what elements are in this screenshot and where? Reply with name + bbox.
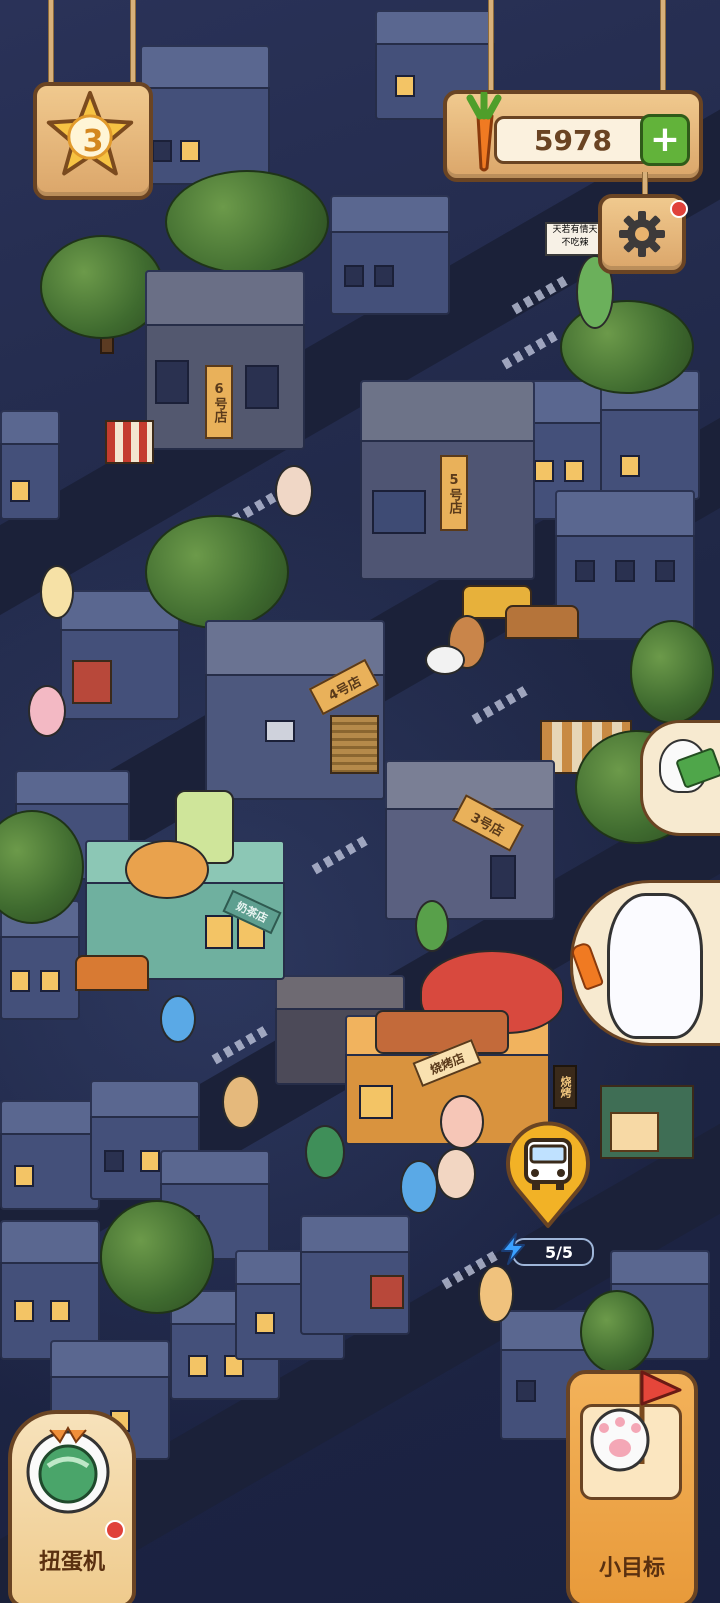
bbq-side-sign: 烧烤: [553, 1065, 577, 1109]
store-5-sign: 5号店: [440, 455, 468, 531]
umbrella-stall: [75, 955, 149, 991]
goal-label: 小目标: [598, 1556, 665, 1581]
notification-dot: [670, 200, 688, 218]
umbrella-stall: [505, 605, 579, 639]
tree: [100, 1200, 214, 1314]
bus-icon: [506, 1121, 590, 1228]
gacha-label: 扭蛋机: [38, 1550, 105, 1575]
building: [330, 195, 450, 315]
customer-character[interactable]: [436, 1148, 476, 1200]
building: [300, 1215, 410, 1335]
customer-character[interactable]: [440, 1095, 484, 1149]
hud-rope: [48, 0, 54, 92]
energy-value: 5/5: [544, 1242, 574, 1262]
building: [0, 1220, 100, 1360]
city-map[interactable]: 6号店 5号店 4号店 3号店 奶茶店 烧烤店 烧烤 天若有情天 不吃辣 3 5…: [0, 0, 720, 1603]
building: [140, 45, 270, 185]
tree: [145, 515, 289, 629]
store-6-sign: 6号店: [205, 365, 233, 439]
pedestrian-character[interactable]: [305, 1125, 345, 1179]
flag-paw-icon: [590, 1370, 682, 1472]
pedestrian-character[interactable]: [40, 565, 74, 619]
pedestrian-character[interactable]: [160, 995, 196, 1043]
tree: [165, 170, 329, 274]
currency-value-box: 5978: [494, 116, 652, 164]
bus-marker[interactable]: [500, 1118, 596, 1228]
bus-stop-poster: [610, 1112, 659, 1152]
pedestrian-character[interactable]: [222, 1075, 260, 1129]
capsule-machine-icon: [26, 1425, 110, 1514]
hud-rope: [130, 0, 136, 92]
chef-promo-tab[interactable]: [569, 880, 720, 1046]
panda-character[interactable]: [425, 645, 465, 675]
level-number: 3: [82, 123, 104, 159]
carrot-count: 5978: [534, 123, 612, 157]
tree: [630, 620, 714, 724]
goal-button[interactable]: 小目标: [566, 1370, 698, 1603]
building: [0, 1100, 100, 1210]
pedestrian-character[interactable]: [28, 685, 66, 737]
lightning-icon: [501, 1233, 525, 1265]
street-text-line-1: 天若有情天: [552, 225, 598, 235]
delivery-character[interactable]: [478, 1265, 514, 1323]
hud-rope: [488, 0, 494, 98]
side-promo-tab[interactable]: [640, 720, 720, 836]
frog-character[interactable]: [415, 900, 449, 952]
food-cart: [105, 420, 154, 464]
grilled-skewers: [375, 1010, 509, 1054]
crosswalk: [471, 685, 529, 725]
gear-icon: [619, 211, 665, 257]
chef-rabbit-icon: [607, 893, 703, 1039]
hud-rope: [660, 0, 666, 98]
street-text-sign: 天若有情天 不吃辣: [545, 222, 605, 256]
street-text-line-2: 不吃辣: [561, 238, 589, 248]
pedestrian-character[interactable]: [275, 465, 313, 517]
building: [0, 410, 60, 520]
plus-icon: +: [649, 119, 681, 160]
shiba-dog-statue: [125, 840, 209, 899]
level-badge[interactable]: 3: [33, 82, 153, 200]
crosswalk: [501, 330, 559, 370]
settings-button[interactable]: [598, 194, 688, 274]
carrot-icon: [569, 940, 605, 992]
gacha-button[interactable]: 扭蛋机: [8, 1410, 136, 1603]
pedestrian-character[interactable]: [400, 1160, 438, 1214]
hud-rope: [642, 172, 648, 196]
store-3-building[interactable]: [385, 760, 555, 920]
crosswalk: [311, 835, 369, 875]
add-currency-button[interactable]: +: [640, 114, 690, 166]
store-4-building[interactable]: [205, 620, 385, 800]
notification-dot: [105, 1520, 125, 1540]
